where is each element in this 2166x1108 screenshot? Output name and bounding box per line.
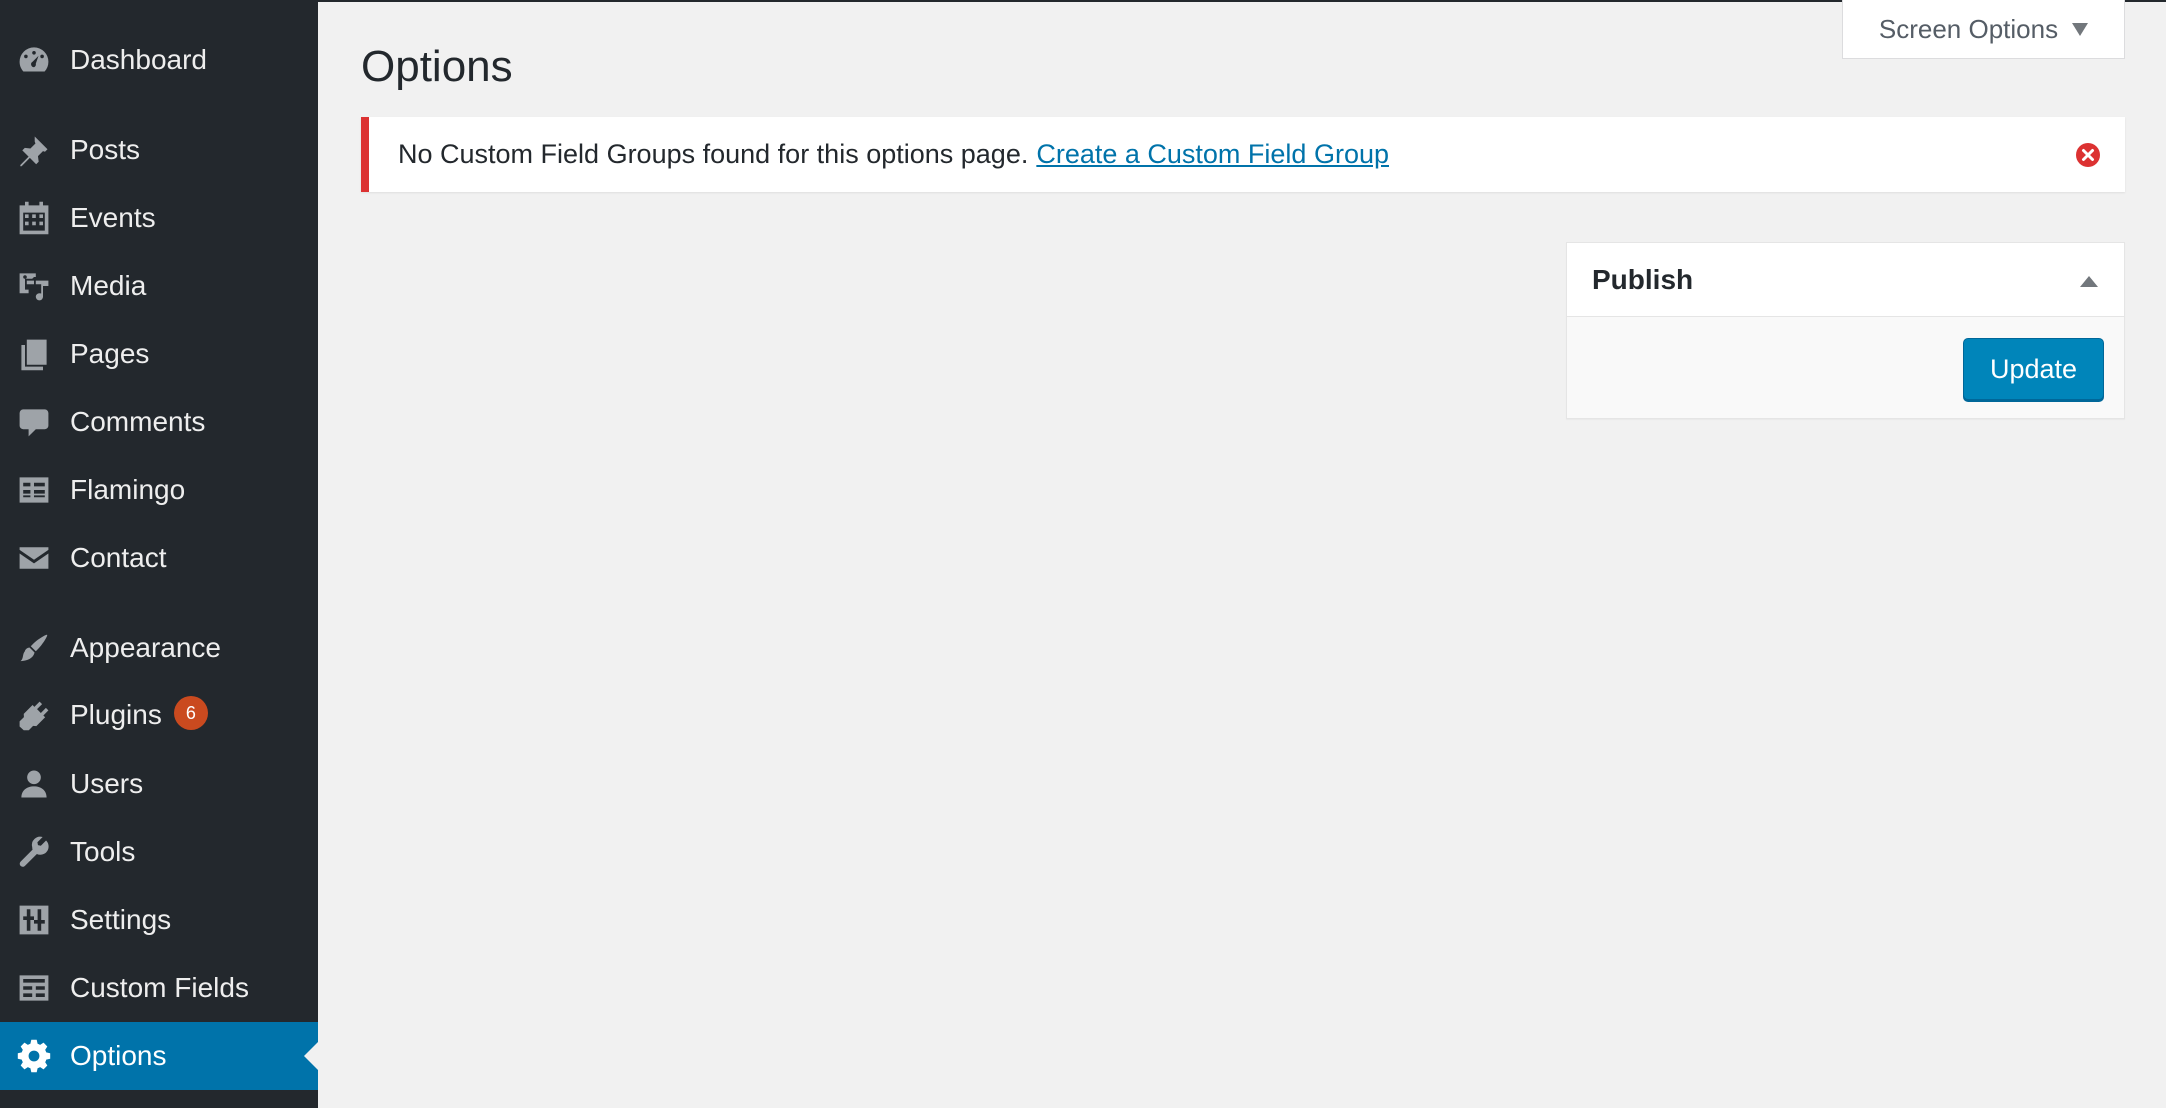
create-field-group-link[interactable]: Create a Custom Field Group	[1036, 139, 1389, 170]
menu-item-pages[interactable]: Pages	[0, 320, 318, 388]
menu-label: Media	[70, 270, 147, 301]
dismiss-error-icon[interactable]	[2074, 141, 2102, 169]
menu-item-events[interactable]: Events	[0, 184, 318, 252]
menu-label: Options	[70, 1040, 167, 1071]
plugin-icon	[16, 698, 52, 734]
menu-item-comments[interactable]: Comments	[0, 388, 318, 456]
menu-label: Comments	[70, 406, 206, 437]
gear-icon	[16, 1038, 52, 1074]
menu-item-flamingo[interactable]: Flamingo	[0, 456, 318, 524]
dashboard-icon	[16, 42, 52, 78]
error-notice: No Custom Field Groups found for this op…	[361, 117, 2125, 192]
menu-label: Tools	[70, 836, 136, 867]
paintbrush-icon	[16, 630, 52, 666]
menu-item-options[interactable]: Options	[0, 1022, 318, 1090]
page-title: Options	[361, 42, 513, 91]
menu-item-tools[interactable]: Tools	[0, 818, 318, 886]
collapse-arrow-icon[interactable]	[2080, 276, 2098, 287]
media-icon	[16, 268, 52, 304]
menu-label: Custom Fields	[70, 972, 249, 1003]
wrench-icon	[16, 834, 52, 870]
menu-item-posts[interactable]: Posts	[0, 116, 318, 184]
user-icon	[16, 766, 52, 802]
menu-label: Contact	[70, 542, 167, 573]
menu-item-dashboard[interactable]: Dashboard	[0, 26, 318, 94]
menu-label: Plugins 6	[70, 696, 208, 734]
feedback-icon	[16, 472, 52, 508]
menu-item-custom-fields[interactable]: Custom Fields	[0, 954, 318, 1022]
publish-box: Publish Update	[1566, 242, 2125, 419]
update-button[interactable]: Update	[1963, 338, 2104, 400]
menu-label: Users	[70, 768, 144, 799]
menu-item-appearance[interactable]: Appearance	[0, 614, 318, 682]
menu-label: Events	[70, 202, 156, 233]
calendar-icon	[16, 200, 52, 236]
notice-message: No Custom Field Groups found for this op…	[398, 139, 1029, 169]
caret-down-icon	[2072, 22, 2089, 36]
publish-box-header[interactable]: Publish	[1567, 243, 2124, 317]
menu-label-text: Plugins	[70, 698, 162, 730]
email-icon	[16, 540, 52, 576]
pin-icon	[16, 132, 52, 168]
menu-item-media[interactable]: Media	[0, 252, 318, 320]
menu-item-users[interactable]: Users	[0, 750, 318, 818]
publish-title: Publish	[1592, 263, 1694, 295]
admin-sidebar: Dashboard Posts Events Media Pages Comme…	[0, 0, 318, 1108]
menu-label: Pages	[70, 338, 150, 369]
screen-options-label: Screen Options	[1878, 13, 2059, 44]
update-count-badge: 6	[173, 696, 208, 731]
screen-options-button[interactable]: Screen Options	[1842, 0, 2125, 59]
menu-item-contact[interactable]: Contact	[0, 524, 318, 592]
menu-label: Dashboard	[70, 44, 207, 75]
menu-label: Flamingo	[70, 474, 186, 505]
menu-label: Settings	[70, 904, 172, 935]
settings-sliders-icon	[16, 902, 52, 938]
menu-label: Posts	[70, 134, 141, 165]
comment-icon	[16, 404, 52, 440]
table-icon	[16, 970, 52, 1006]
menu-label: Appearance	[70, 632, 222, 663]
pages-icon	[16, 336, 52, 372]
menu-item-settings[interactable]: Settings	[0, 886, 318, 954]
menu-item-plugins[interactable]: Plugins 6	[0, 682, 318, 750]
